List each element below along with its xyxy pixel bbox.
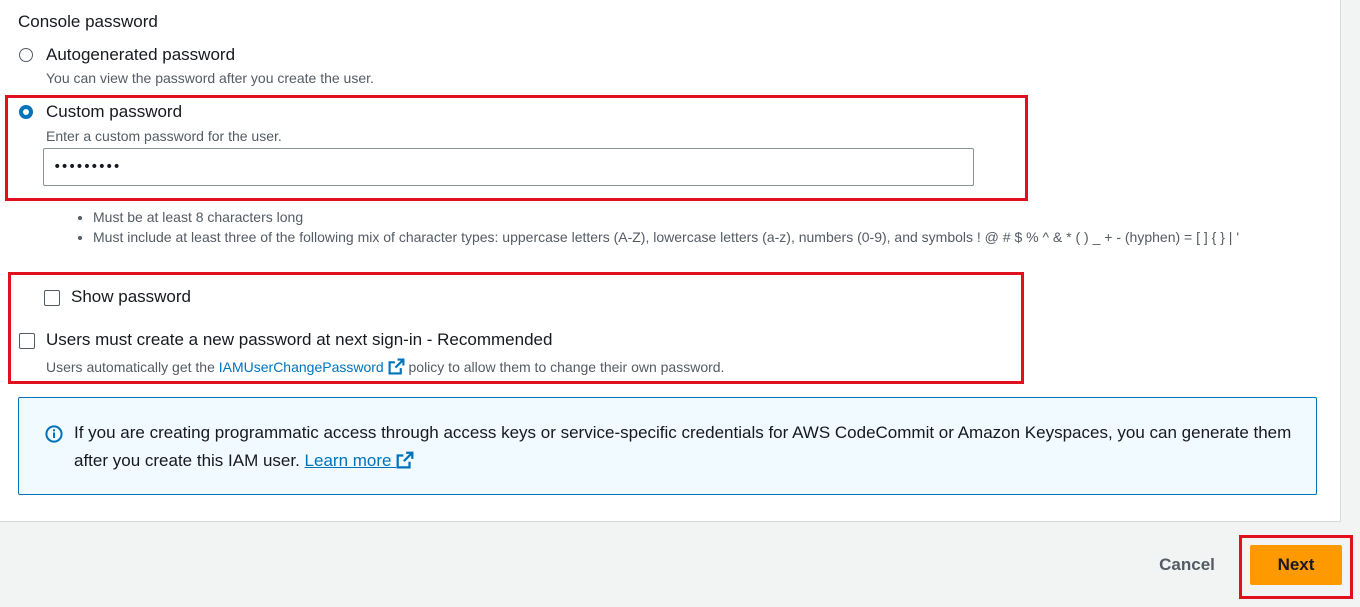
reset-password-description-end: policy to allow them to change their own… — [404, 359, 725, 375]
autogenerated-password-label[interactable]: Autogenerated password — [46, 45, 235, 65]
external-link-icon — [396, 451, 414, 469]
section-title: Console password — [18, 12, 158, 31]
external-link-icon — [388, 358, 405, 375]
iam-user-change-password-link-text[interactable]: IAMUserChangePassword — [219, 359, 384, 375]
custom-password-label[interactable]: Custom password — [46, 102, 182, 122]
reset-password-description-start: Users automatically get the — [46, 359, 219, 375]
learn-more-link[interactable]: Learn more — [305, 451, 415, 470]
info-alert-message: If you are creating programmatic access … — [74, 423, 1292, 470]
autogenerated-password-description: You can view the password after you crea… — [46, 70, 374, 86]
reset-password-checkbox[interactable] — [19, 333, 35, 349]
requirement-length: Must be at least 8 characters long — [93, 207, 1323, 227]
autogenerated-password-radio[interactable] — [19, 48, 33, 62]
cancel-button[interactable]: Cancel — [1140, 548, 1234, 582]
iam-user-change-password-link[interactable]: IAMUserChangePassword — [219, 358, 405, 375]
custom-password-input[interactable]: ••••••••• — [43, 148, 974, 186]
custom-password-radio[interactable] — [19, 105, 33, 119]
reset-password-label[interactable]: Users must create a new password at next… — [46, 330, 552, 350]
show-password-checkbox[interactable] — [44, 290, 60, 306]
scrollbar[interactable] — [1341, 0, 1360, 521]
next-button[interactable]: Next — [1250, 545, 1342, 585]
password-requirements: Must be at least 8 characters long Must … — [78, 207, 1323, 247]
reset-password-description: Users automatically get the IAMUserChang… — [46, 358, 724, 375]
custom-password-description: Enter a custom password for the user. — [46, 128, 282, 144]
info-icon — [45, 425, 63, 443]
show-password-label[interactable]: Show password — [71, 287, 191, 307]
learn-more-link-text[interactable]: Learn more — [305, 451, 392, 470]
info-alert-text: If you are creating programmatic access … — [74, 419, 1304, 475]
requirement-character-types: Must include at least three of the follo… — [93, 227, 1323, 247]
